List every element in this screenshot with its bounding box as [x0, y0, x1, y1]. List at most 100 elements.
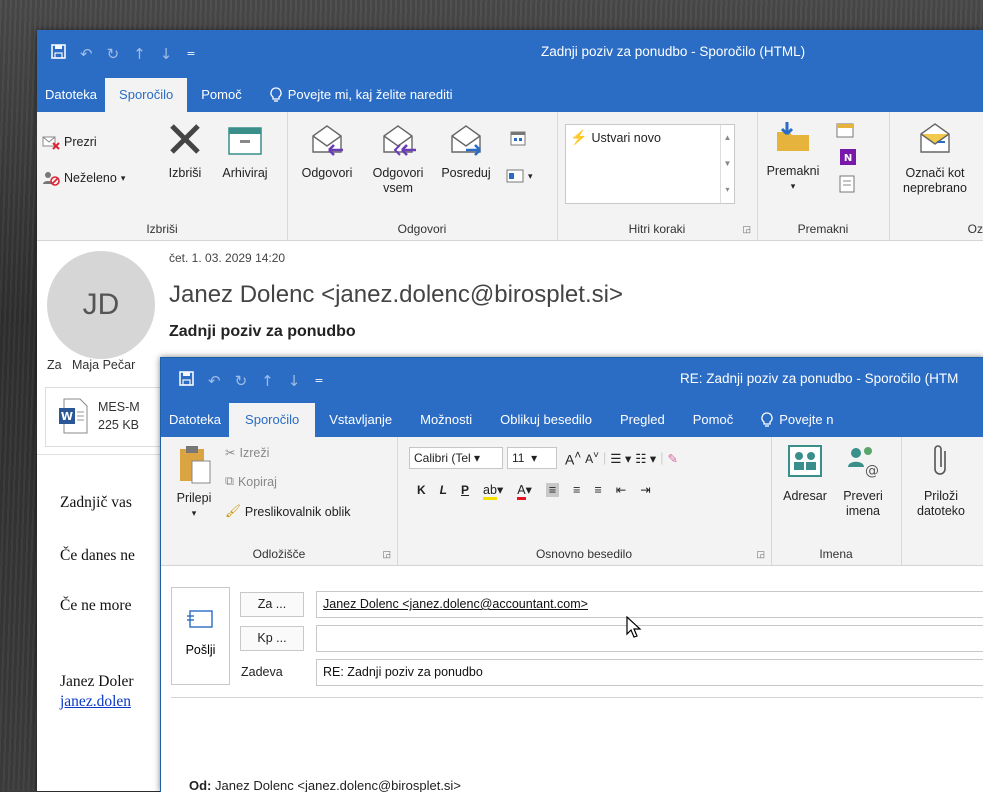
highlight-icon[interactable]: ab▾ — [483, 482, 503, 500]
to-field[interactable]: Janez Dolenc <janez.dolenc@accountant.co… — [316, 591, 983, 618]
junk-button[interactable]: Neželeno ▾ — [42, 170, 125, 186]
format-painter-button[interactable]: 🖌 Preslikovalnik oblik — [225, 504, 350, 519]
more-respond-button[interactable]: ▾ — [506, 168, 533, 184]
sender[interactable]: Janez Dolenc <janez.dolenc@birosplet.si> — [169, 281, 623, 309]
align-right-icon[interactable]: ≡ — [594, 483, 601, 497]
tab-format-text[interactable]: Oblikuj besedilo — [486, 403, 606, 437]
down-arrow-icon[interactable]: ↓ — [160, 45, 173, 63]
tell-me-box[interactable]: Povejte n — [747, 403, 847, 437]
tell-me-text: Povejte n — [779, 412, 834, 427]
save-icon[interactable] — [51, 44, 66, 63]
lightbulb-icon — [270, 87, 282, 102]
create-new-quick-step[interactable]: ⚡ Ustvari novo — [570, 129, 661, 146]
send-button[interactable]: Pošlji — [171, 587, 230, 685]
rules-icon[interactable] — [833, 120, 863, 144]
cc-button[interactable]: Kp ... — [240, 626, 304, 651]
copy-button[interactable]: ⧉ Kopiraj — [225, 474, 277, 489]
font-size-dropdown[interactable]: 11 ▾ — [507, 447, 557, 469]
undo-icon[interactable]: ↶ — [80, 45, 93, 63]
mouse-cursor-icon — [626, 616, 642, 638]
mark-unread-button[interactable]: Označi kot neprebrano — [893, 120, 977, 196]
font-name-dropdown[interactable]: Calibri (Tel ▾ — [409, 447, 503, 469]
underline-button[interactable]: P — [461, 483, 469, 497]
indent-icon[interactable]: ⇥ — [640, 482, 650, 497]
meeting-icon[interactable] — [506, 130, 530, 150]
tab-insert[interactable]: Vstavljanje — [315, 403, 406, 437]
tab-message[interactable]: Sporočilo — [229, 403, 316, 437]
forward-icon — [451, 125, 481, 156]
dialog-launcher-icon[interactable]: ◲ — [382, 549, 391, 560]
undo-icon[interactable]: ↶ — [208, 372, 221, 390]
actions-icon[interactable] — [833, 174, 867, 198]
outdent-icon[interactable]: ⇤ — [616, 482, 626, 497]
attach-file-button[interactable]: Priloži datoteko — [905, 443, 977, 519]
onenote-icon[interactable]: N — [837, 148, 859, 170]
to-recipient[interactable]: Maja Pečar — [72, 358, 135, 372]
tab-options[interactable]: Možnosti — [406, 403, 486, 437]
paste-button[interactable]: Prilepi ▾ — [169, 443, 219, 521]
cc-field[interactable] — [316, 625, 983, 652]
font-color-icon[interactable]: A▾ — [517, 482, 532, 500]
reply-button[interactable]: Odgovori — [291, 120, 363, 181]
reply-ribbon: Prilepi ▾ ✂ Izreži ⧉ Kopiraj 🖌 Preslikov… — [161, 437, 983, 566]
group-clipboard: Prilepi ▾ ✂ Izreži ⧉ Kopiraj 🖌 Preslikov… — [161, 437, 398, 565]
address-book-button[interactable]: Adresar — [777, 443, 833, 504]
tab-help[interactable]: Pomoč — [187, 78, 255, 112]
shrink-font-icon[interactable]: A˅ — [585, 450, 599, 466]
svg-text:N: N — [844, 153, 852, 164]
down-arrow-icon[interactable]: ↓ — [288, 372, 301, 390]
tell-me-box[interactable]: Povejte mi, kaj želite narediti — [256, 78, 467, 112]
message-subject: Zadnji poziv za ponudbo — [169, 323, 356, 340]
tab-review[interactable]: Pregled — [606, 403, 679, 437]
move-icon — [777, 122, 809, 151]
reply-window-title: RE: Zadnji poziv za ponudbo - Sporočilo … — [680, 371, 959, 386]
numbering-icon[interactable]: ☷ ▾ — [635, 451, 656, 466]
up-arrow-icon[interactable]: ↑ — [261, 372, 274, 390]
tab-message[interactable]: Sporočilo — [105, 78, 188, 112]
gallery-scroll[interactable]: ▲ ▼ ▾ — [720, 125, 734, 203]
archive-icon — [228, 127, 262, 155]
reply-all-button[interactable]: Odgovori vsem — [363, 120, 433, 196]
archive-button[interactable]: Arhiviraj — [217, 120, 273, 181]
italic-button[interactable]: L — [440, 483, 447, 497]
svg-text:@: @ — [865, 463, 879, 479]
cut-button[interactable]: ✂ Izreži — [225, 445, 269, 461]
ignore-button[interactable]: Prezri — [42, 134, 97, 150]
signature-email-link[interactable]: janez.dolen — [60, 693, 131, 711]
grow-font-icon[interactable]: A˄ — [565, 449, 581, 468]
forward-button[interactable]: Posreduj — [433, 120, 499, 181]
customize-qat-icon[interactable]: = — [186, 47, 195, 60]
tab-file[interactable]: Datoteka — [161, 403, 229, 437]
to-button[interactable]: Za ... — [240, 592, 304, 617]
group-quick-steps: ⚡ Ustvari novo ▲ ▼ ▾ Hitri koraki ◲ — [557, 112, 758, 240]
quoted-header: Od: Janez Dolenc <janez.dolenc@birosplet… — [189, 778, 461, 792]
tab-help[interactable]: Pomoč — [679, 403, 747, 437]
subject-field[interactable]: RE: Zadnji poziv za ponudbo — [316, 659, 983, 686]
check-names-button[interactable]: @ Preveri imena — [833, 443, 893, 519]
paste-icon — [180, 446, 211, 484]
delete-button[interactable]: Izbriši — [163, 120, 207, 181]
reply-icon — [312, 125, 343, 156]
bold-button[interactable]: K — [417, 483, 426, 497]
bullets-icon[interactable]: ☰ ▾ — [610, 451, 631, 466]
body-line: Če ne more — [60, 597, 132, 614]
attachment-size: 225 KB — [98, 418, 140, 432]
dialog-launcher-icon[interactable]: ◲ — [742, 224, 751, 235]
redo-icon[interactable]: ↻ — [107, 45, 120, 63]
save-icon[interactable] — [179, 371, 194, 390]
move-button[interactable]: Premakni ▾ — [763, 120, 823, 194]
reply-quick-access-toolbar: ↶ ↻ ↑ ↓ = — [179, 371, 324, 390]
compose-area: Pošlji Za ... Janez Dolenc <janez.dolenc… — [161, 566, 983, 792]
group-move: Premakni ▾ N Premakni — [757, 112, 890, 240]
up-arrow-icon[interactable]: ↑ — [133, 45, 146, 63]
align-center-icon[interactable]: ≡ — [573, 483, 580, 497]
quick-steps-gallery[interactable]: ⚡ Ustvari novo ▲ ▼ ▾ — [565, 124, 735, 204]
align-left-icon[interactable]: ≡ — [545, 482, 560, 497]
redo-icon[interactable]: ↻ — [235, 372, 248, 390]
attachment-name: MES-M — [98, 400, 140, 414]
clear-formatting-icon[interactable]: ✎ — [667, 451, 677, 466]
customize-qat-icon[interactable]: = — [314, 374, 323, 387]
tab-file[interactable]: Datoteka — [37, 78, 105, 112]
dialog-launcher-icon[interactable]: ◲ — [756, 549, 765, 560]
attachment[interactable]: W MES-M 225 KB — [45, 387, 177, 447]
